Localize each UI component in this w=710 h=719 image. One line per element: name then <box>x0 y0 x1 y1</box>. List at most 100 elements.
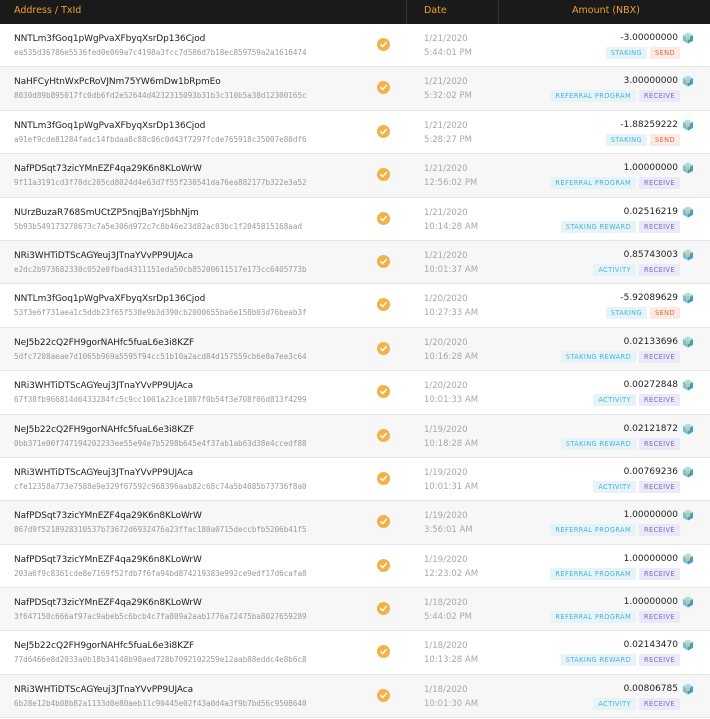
transaction-type-badge: STAKING REWARD <box>560 654 637 667</box>
transaction-address[interactable]: NRi3WHTiDTScAGYeuj3JTnaYVvPP9UJAca <box>14 685 193 695</box>
transaction-txid[interactable]: 8030d89b895017fc0db6fd2e52644d4232315093… <box>14 91 307 100</box>
transaction-txid[interactable]: cfe12358a773e7588e9e329f67592c968396aab8… <box>14 482 307 491</box>
transaction-row[interactable]: NRi3WHTiDTScAGYeuj3JTnaYVvPP9UJAca 6b28e… <box>0 674 710 719</box>
transaction-txid[interactable]: 5dfc7208aeae7d1065b969a5595f94cc51b10a2a… <box>14 352 307 361</box>
transaction-direction-badge: SEND <box>650 47 680 59</box>
transaction-badges: REFERRAL PROGRAM RECEIVE <box>550 611 680 624</box>
check-circle-icon <box>377 471 390 485</box>
transaction-amount: 1.00000000 <box>623 597 678 608</box>
date-column-header[interactable]: Date <box>424 5 447 16</box>
check-circle-icon <box>377 298 390 312</box>
transaction-txid[interactable]: 6b28e12b4b08b82a1133d0e80aeb11c90445e02f… <box>14 699 307 708</box>
transaction-time: 5:32:02 PM <box>424 91 472 102</box>
transaction-row[interactable]: NNTLm3fGoq1pWgPvaXFbyqXsrDp136Cjod a91ef… <box>0 110 710 155</box>
transaction-address[interactable]: NRi3WHTiDTScAGYeuj3JTnaYVvPP9UJAca <box>14 381 193 391</box>
transaction-direction-badge: RECEIVE <box>639 524 680 537</box>
transaction-row[interactable]: NeJ5b22cQ2FH9gorNAHfc5fuaL6e3i8KZF 5dfc7… <box>0 327 710 372</box>
transaction-txid[interactable]: 867d9f5218928310537b73672d6932476a23ffac… <box>14 525 307 534</box>
transaction-date: 1/20/2020 <box>424 381 468 392</box>
check-circle-icon <box>377 688 390 702</box>
transaction-row[interactable]: NaHFCyHtnWxPcRoVJNm75YW6mDw1bRpmEo 8030d… <box>0 67 710 111</box>
transaction-txid[interactable]: 5b93b549173278673c7a5e306d972c7c8b46e23d… <box>14 222 302 231</box>
transaction-badges: ACTIVITY RECEIVE <box>593 263 680 276</box>
transaction-txid[interactable]: e2dc2b973682330c052e0fbad4311151eda50cb8… <box>14 265 307 274</box>
transaction-address[interactable]: NeJ5b22cQ2FH9gorNAHfc5fuaL6e3i8KZF <box>14 425 194 435</box>
transaction-badges: STAKING SEND <box>605 47 680 59</box>
transaction-amount: -5.92089629 <box>620 293 678 304</box>
transaction-row[interactable]: NafPDSqt73zicYMnEZF4qa29K6n8KLoWrW 9f11a… <box>0 154 710 198</box>
transaction-row[interactable]: NRi3WHTiDTScAGYeuj3JTnaYVvPP9UJAca cfe12… <box>0 457 710 502</box>
transaction-address[interactable]: NNTLm3fGoq1pWgPvaXFbyqXsrDp136Cjod <box>14 34 205 44</box>
transaction-address[interactable]: NafPDSqt73zicYMnEZF4qa29K6n8KLoWrW <box>14 598 202 608</box>
transaction-date: 1/21/2020 <box>424 164 468 175</box>
transaction-txid[interactable]: 9f11a3191cd3f70dc205cd8024d4e63d7f55f230… <box>14 178 307 187</box>
transaction-row[interactable]: NafPDSqt73zicYMnEZF4qa29K6n8KLoWrW 3f647… <box>0 588 710 632</box>
transaction-badges: STAKING SEND <box>605 133 680 146</box>
nbx-coin-icon <box>683 639 693 651</box>
transaction-badges: ACTIVITY RECEIVE <box>593 480 680 493</box>
transaction-row[interactable]: NafPDSqt73zicYMnEZF4qa29K6n8KLoWrW 867d9… <box>0 501 710 545</box>
transaction-type-badge: REFERRAL PROGRAM <box>550 567 637 580</box>
transaction-txid[interactable]: ea535d36786e5536fed0e069a7c4198a3fcc7d58… <box>14 48 307 57</box>
transaction-txid[interactable]: a91ef9cde81284fadc14fbdaa8c88c06c0d43f72… <box>14 135 307 144</box>
transaction-txid[interactable]: 0bb371e00f747194202233ee55e94e7b5298b645… <box>14 439 307 448</box>
transaction-type-badge: REFERRAL PROGRAM <box>550 611 637 624</box>
transaction-time: 10:01:33 AM <box>424 395 479 406</box>
transaction-row[interactable]: NeJ5b22cQ2FH9gorNAHfc5fuaL6e3i8KZF 0bb37… <box>0 414 710 458</box>
nbx-coin-icon <box>683 379 693 391</box>
check-circle-icon <box>377 124 390 138</box>
transaction-address[interactable]: NUrzBuzaR768SmUCtZP5nqjBaYrJSbhNjm <box>14 208 199 218</box>
transaction-address[interactable]: NafPDSqt73zicYMnEZF4qa29K6n8KLoWrW <box>14 555 202 565</box>
transaction-row[interactable]: NUrzBuzaR768SmUCtZP5nqjBaYrJSbhNjm 5b93b… <box>0 197 710 241</box>
transaction-row[interactable]: NNTLm3fGoq1pWgPvaXFbyqXsrDp136Cjod ea535… <box>0 24 710 68</box>
transaction-amount: 1.00000000 <box>623 553 678 564</box>
transaction-address[interactable]: NNTLm3fGoq1pWgPvaXFbyqXsrDp136Cjod <box>14 121 205 131</box>
transaction-amount: 1.00000000 <box>623 510 678 521</box>
nbx-coin-icon <box>683 336 693 348</box>
transaction-time: 10:13:28 AM <box>424 655 479 666</box>
transaction-address[interactable]: NRi3WHTiDTScAGYeuj3JTnaYVvPP9UJAca <box>14 251 193 261</box>
nbx-coin-icon <box>683 466 693 478</box>
transaction-row[interactable]: NRi3WHTiDTScAGYeuj3JTnaYVvPP9UJAca 67f38… <box>0 371 710 415</box>
transaction-badges: ACTIVITY RECEIVE <box>593 697 680 710</box>
transaction-txid[interactable]: 67f38fb966814d6433284fc5c9cc1001a23ce180… <box>14 395 307 404</box>
transaction-badges: STAKING REWARD RECEIVE <box>560 654 680 667</box>
amount-column-header[interactable]: Amount (NBX) <box>572 5 640 16</box>
nbx-coin-icon <box>683 75 693 87</box>
transaction-row[interactable]: NRi3WHTiDTScAGYeuj3JTnaYVvPP9UJAca e2dc2… <box>0 240 710 285</box>
transaction-address[interactable]: NRi3WHTiDTScAGYeuj3JTnaYVvPP9UJAca <box>14 468 193 478</box>
transaction-address[interactable]: NeJ5b22cQ2FH9gorNAHfc5fuaL6e3i8KZF <box>14 338 194 348</box>
transaction-row[interactable]: NNTLm3fGoq1pWgPvaXFbyqXsrDp136Cjod 53f3e… <box>0 284 710 328</box>
transaction-txid[interactable]: 77d6466e8d2033a0b18b34148b98aed728b70921… <box>14 655 307 664</box>
transaction-direction-badge: RECEIVE <box>639 697 680 710</box>
transaction-row[interactable]: NeJ5b22cQ2FH9gorNAHfc5fuaL6e3i8KZF 77d64… <box>0 631 710 675</box>
transaction-amount: 0.02516219 <box>623 206 678 217</box>
transaction-address[interactable]: NaHFCyHtnWxPcRoVJNm75YW6mDw1bRpmEo <box>14 77 221 87</box>
check-circle-icon <box>377 341 390 355</box>
transaction-time: 10:14:28 AM <box>424 221 479 232</box>
transaction-address[interactable]: NafPDSqt73zicYMnEZF4qa29K6n8KLoWrW <box>14 511 202 521</box>
nbx-coin-icon <box>683 509 693 521</box>
transaction-row[interactable]: NafPDSqt73zicYMnEZF4qa29K6n8KLoWrW 203a6… <box>0 544 710 589</box>
nbx-coin-icon <box>683 553 693 565</box>
transaction-address[interactable]: NafPDSqt73zicYMnEZF4qa29K6n8KLoWrW <box>14 164 202 174</box>
transaction-time: 5:28:27 PM <box>424 134 472 145</box>
transaction-address[interactable]: NeJ5b22cQ2FH9gorNAHfc5fuaL6e3i8KZF <box>14 641 194 651</box>
transaction-date: 1/21/2020 <box>424 250 468 261</box>
transaction-txid[interactable]: 53f3e6f731aea1c5ddb23f65f538e9b3d390cb20… <box>14 308 307 317</box>
transaction-type-badge: ACTIVITY <box>593 480 637 493</box>
transaction-amount: 0.00272848 <box>623 380 678 391</box>
transaction-direction-badge: RECEIVE <box>639 394 680 407</box>
transaction-date: 1/21/2020 <box>424 77 468 88</box>
transaction-txid[interactable]: 203a6f9c8361cde8e7169f52fdb7f6fa94bd8742… <box>14 569 307 578</box>
transaction-badges: ACTIVITY RECEIVE <box>593 394 680 407</box>
transaction-time: 10:01:30 AM <box>424 698 479 709</box>
check-circle-icon <box>377 558 390 572</box>
transaction-direction-badge: RECEIVE <box>639 220 680 233</box>
transaction-time: 5:44:02 PM <box>424 612 472 623</box>
transaction-amount: -1.88259222 <box>620 119 678 130</box>
address-column-header[interactable]: Address / TxId <box>14 5 81 16</box>
transaction-txid[interactable]: 3f647150c666af97ac9abeb5c6bcb4c7fa809a2a… <box>14 612 307 621</box>
transaction-type-badge: STAKING REWARD <box>560 437 637 450</box>
transaction-address[interactable]: NNTLm3fGoq1pWgPvaXFbyqXsrDp136Cjod <box>14 294 205 304</box>
